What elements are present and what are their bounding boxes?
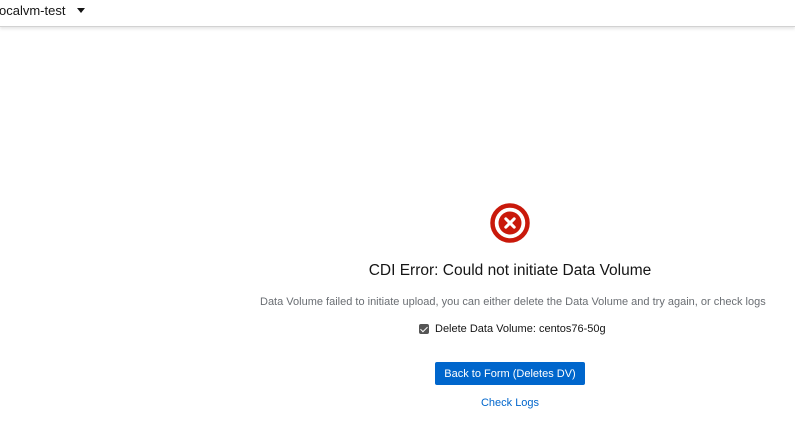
page: ocalvm-test CDI Error: Could not initiat… — [0, 0, 795, 437]
delete-data-volume-label: Delete Data Volume: centos76-50g — [435, 323, 606, 335]
delete-data-volume-option[interactable]: Delete Data Volume: centos76-50g — [419, 323, 606, 335]
project-name: ocalvm-test — [0, 2, 66, 18]
project-selector[interactable]: ocalvm-test — [0, 1, 86, 19]
error-title: CDI Error: Could not initiate Data Volum… — [368, 262, 652, 279]
check-logs-link[interactable]: Check Logs — [260, 397, 760, 409]
checkmark-icon — [420, 324, 428, 332]
times-circle-icon — [490, 203, 530, 243]
delete-data-volume-checkbox[interactable] — [419, 324, 429, 334]
error-message: Data Volume failed to initiate upload, y… — [260, 296, 766, 308]
back-to-form-button[interactable]: Back to Form (Deletes DV) — [435, 362, 585, 385]
top-bar: ocalvm-test — [0, 0, 795, 27]
caret-down-icon — [77, 8, 86, 13]
